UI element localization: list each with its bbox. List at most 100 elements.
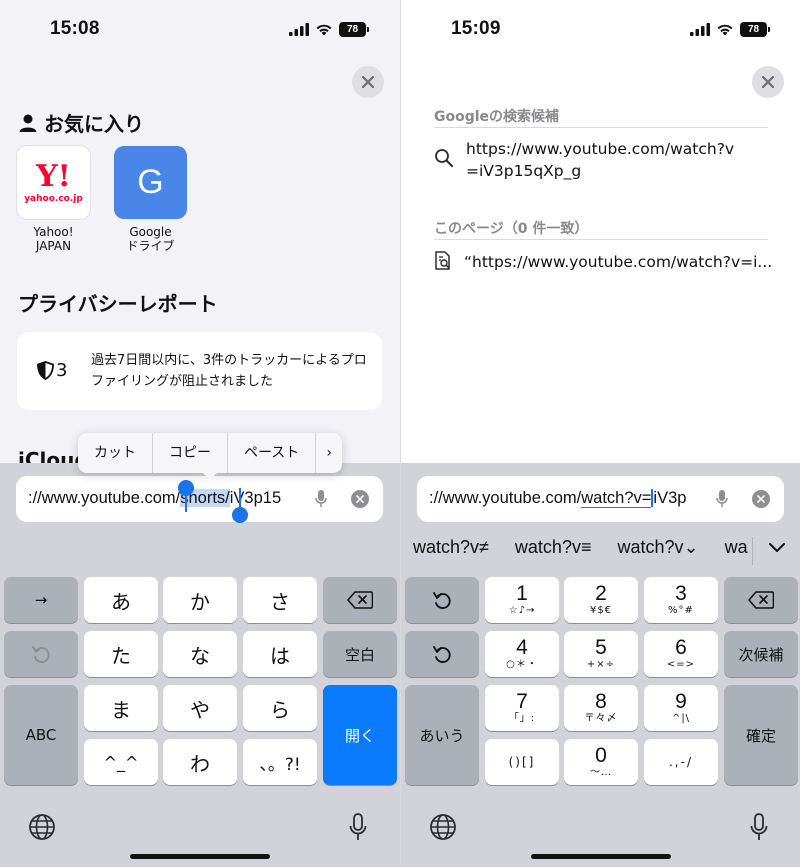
close-button[interactable] <box>752 66 784 98</box>
url-prefix: ://www.youtube.com/ <box>429 489 582 507</box>
next-candidate-key[interactable]: 次候補 <box>724 631 798 677</box>
key-2[interactable]: 2 ¥$€ <box>564 577 638 623</box>
key-symbols: ^|\ <box>671 713 691 724</box>
undo-icon <box>433 646 451 663</box>
more-menu-item[interactable]: › <box>316 433 342 473</box>
key-0[interactable]: 0 〜… <box>564 739 638 785</box>
privacy-report-title: プライバシーレポート <box>18 292 218 316</box>
key-digit: 3 <box>675 582 687 605</box>
key-wa[interactable]: わ <box>163 739 237 785</box>
close-icon <box>762 76 774 88</box>
key-symbols: 「」: <box>508 713 536 724</box>
key-ka[interactable]: か <box>163 577 237 623</box>
keyboard-area: ://www.youtube.com/watch?v= iV3p watch?v≠… <box>401 463 800 867</box>
yahoo-logo-subtext: yahoo.co.jp <box>24 193 83 204</box>
key-symbols: 〜… <box>590 767 612 778</box>
key-5[interactable]: 5 +×÷ <box>564 631 638 677</box>
on-page-heading: このページ（0 件一致） <box>434 221 589 237</box>
keyboard-mic-icon[interactable] <box>349 813 367 841</box>
key-punctuation[interactable]: .,-/ <box>644 739 718 785</box>
key-4[interactable]: 4 ○＊・ <box>485 631 559 677</box>
key-ya[interactable]: や <box>163 685 237 731</box>
on-page-row[interactable]: “https://www.youtube.com/watch?v=i... <box>434 251 772 273</box>
yahoo-logo-text: Y! <box>36 158 71 194</box>
backspace-icon <box>748 591 774 609</box>
copy-menu-item[interactable]: コピー <box>153 433 228 473</box>
wifi-icon <box>717 24 733 35</box>
chevron-down-icon[interactable] <box>769 543 785 553</box>
selection-start-handle[interactable] <box>178 480 194 496</box>
cut-menu-item[interactable]: カット <box>78 433 153 473</box>
favorites-title: お気に入り <box>44 112 144 136</box>
signal-icon <box>690 22 710 36</box>
privacy-report-card[interactable]: 3 過去7日間以内に、3件のトラッカーによるプロファイリングが阻止されました <box>17 332 382 410</box>
key-sa[interactable]: さ <box>243 577 317 623</box>
key-brackets[interactable]: ()[] <box>485 739 559 785</box>
paste-menu-item[interactable]: ペースト <box>228 433 317 473</box>
key-ma[interactable]: ま <box>84 685 158 731</box>
google-suggestion-row[interactable]: https://www.youtube.com/watch?v=iV3p15qX… <box>434 138 736 182</box>
address-bar[interactable]: ://www.youtube.com/shorts/iV3p15 <box>16 476 383 523</box>
url-text[interactable]: ://www.youtube.com/watch?v= iV3p <box>429 489 697 508</box>
favorite-yahoo[interactable]: Y! yahoo.co.jp Yahoo! JAPAN <box>17 146 90 253</box>
url-text[interactable]: ://www.youtube.com/shorts/iV3p15 <box>28 489 281 508</box>
prediction-candidate[interactable]: watch?v≡ <box>515 537 592 567</box>
dictation-mic-icon[interactable] <box>716 489 728 509</box>
yahoo-logo: Y! yahoo.co.jp <box>17 146 90 219</box>
undo-key[interactable] <box>405 577 479 623</box>
clear-text-button[interactable] <box>351 490 369 508</box>
key-1[interactable]: 1 ☆♪→ <box>485 577 559 623</box>
key-7[interactable]: 7 「」: <box>485 685 559 731</box>
search-icon <box>435 149 453 167</box>
close-button[interactable] <box>352 66 384 98</box>
key-digit: 8 <box>595 690 607 713</box>
key-9[interactable]: 9 ^|\ <box>644 685 718 731</box>
key-ha[interactable]: は <box>243 631 317 677</box>
tracker-count: 3 <box>37 360 67 381</box>
tracker-count-value: 3 <box>56 360 68 381</box>
key-digit: 1 <box>516 582 528 605</box>
key-8[interactable]: 8 〒々〆 <box>564 685 638 731</box>
globe-icon[interactable] <box>429 813 457 841</box>
prediction-candidate[interactable]: wa <box>725 537 748 567</box>
globe-icon[interactable] <box>28 813 56 841</box>
space-key[interactable]: 空白 <box>323 631 397 677</box>
keyboard-mic-icon[interactable] <box>750 813 768 841</box>
backspace-key[interactable] <box>724 577 798 623</box>
favorite-google-drive[interactable]: G Google ドライブ <box>114 146 187 253</box>
key-ra[interactable]: ら <box>243 685 317 731</box>
home-indicator <box>531 854 671 859</box>
signal-icon <box>289 22 309 36</box>
key-3[interactable]: 3 %°# <box>644 577 718 623</box>
key-a[interactable]: あ <box>84 577 158 623</box>
undo-key[interactable] <box>4 631 78 677</box>
status-time: 15:08 <box>50 18 100 39</box>
confirm-key[interactable]: 確定 <box>724 685 798 785</box>
go-key[interactable]: 開く <box>323 685 397 785</box>
favorites-heading: お気に入り <box>18 108 144 137</box>
prediction-bar: watch?v≠ watch?v≡ watch?v⌄ wa <box>413 537 748 567</box>
dictation-mic-icon[interactable] <box>315 489 327 509</box>
key-punctuation[interactable]: 、。?! <box>243 739 317 785</box>
key-arrow-right[interactable]: → <box>4 577 78 623</box>
kana-key[interactable]: あいう <box>405 685 479 785</box>
privacy-message: 過去7日間以内に、3件のトラッカーによるプロファイリングが阻止されました <box>91 353 367 389</box>
key-6[interactable]: 6 <=> <box>644 631 718 677</box>
selection-end-handle[interactable] <box>232 507 248 523</box>
backspace-key[interactable] <box>323 577 397 623</box>
address-bar[interactable]: ://www.youtube.com/watch?v= iV3p <box>417 476 784 522</box>
prediction-candidate[interactable]: watch?v≠ <box>413 537 489 567</box>
close-icon <box>362 76 374 88</box>
clear-text-button[interactable] <box>752 490 770 508</box>
key-ta[interactable]: た <box>84 631 158 677</box>
battery-icon: 78 <box>740 21 770 37</box>
key-emoticon[interactable]: ^_^ <box>84 739 158 785</box>
status-bar: 15:08 78 <box>0 0 400 60</box>
abc-key[interactable]: ABC <box>4 685 78 785</box>
divider <box>434 239 768 240</box>
prediction-candidate[interactable]: watch?v⌄ <box>617 537 698 567</box>
google-logo-text: G <box>137 163 164 201</box>
key-na[interactable]: な <box>163 631 237 677</box>
google-logo: G <box>114 146 187 219</box>
redo-key[interactable] <box>405 631 479 677</box>
